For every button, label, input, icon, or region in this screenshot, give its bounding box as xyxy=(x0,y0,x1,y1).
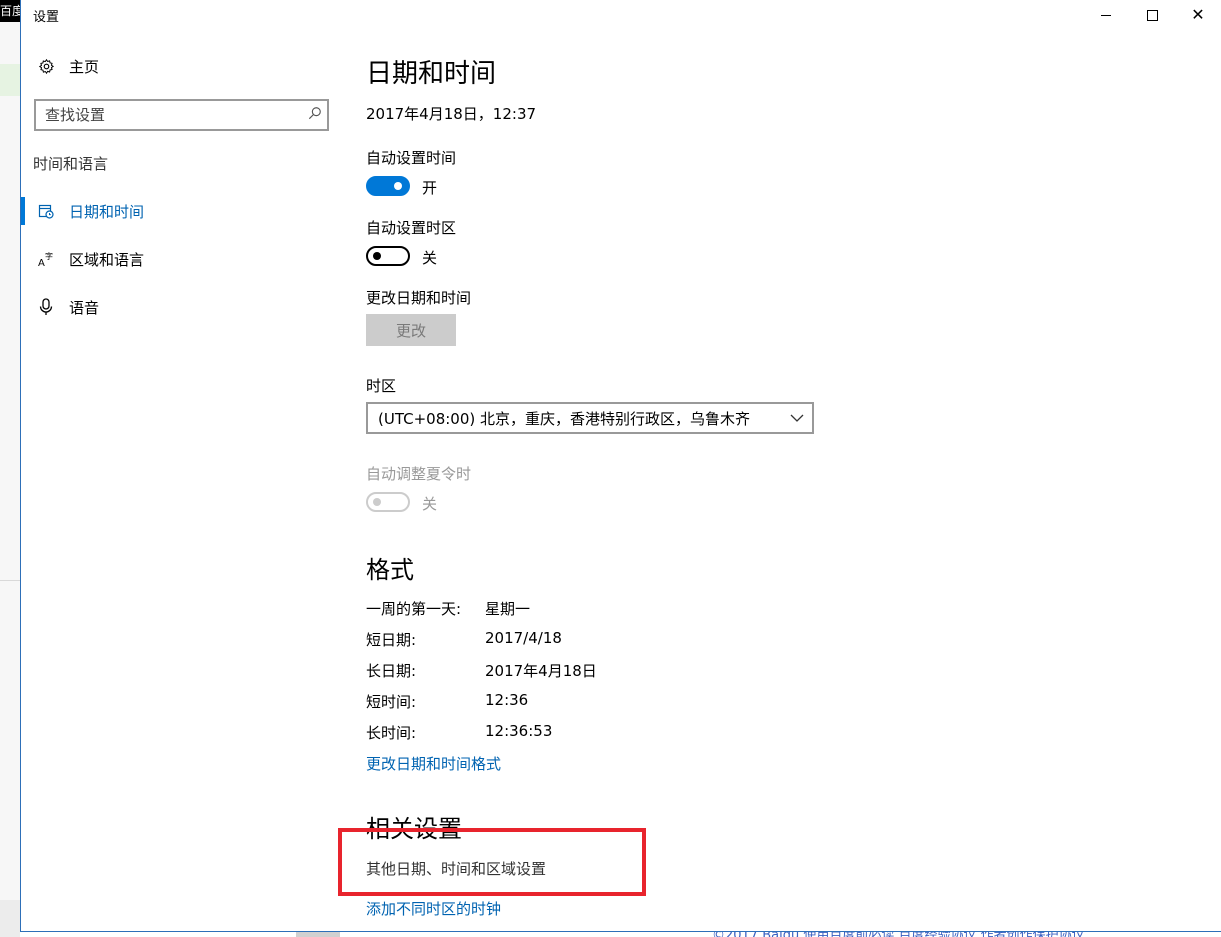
format-label-long-date: 长日期: xyxy=(366,662,417,680)
format-label-long-time: 长时间: xyxy=(366,724,417,742)
toggle-knob xyxy=(394,182,402,190)
format-label-short-time: 短时间: xyxy=(366,693,417,711)
auto-timezone-toggle[interactable] xyxy=(366,246,410,266)
auto-time-toggle[interactable] xyxy=(366,176,410,196)
maximize-button[interactable] xyxy=(1129,0,1175,30)
background-highlight xyxy=(0,64,20,96)
auto-timezone-label: 自动设置时区 xyxy=(366,219,457,237)
format-label-short-date: 短日期: xyxy=(366,631,417,649)
search-box[interactable] xyxy=(34,99,329,131)
sidebar-item-label: 区域和语言 xyxy=(69,250,145,269)
svg-text:A: A xyxy=(38,258,45,267)
dst-state: 关 xyxy=(422,495,438,513)
annotation-highlight-box xyxy=(338,828,646,896)
format-value-short-time: 12:36 xyxy=(485,691,529,709)
window-title: 设置 xyxy=(33,10,60,25)
background-divider xyxy=(0,580,20,581)
close-icon: ✕ xyxy=(1191,5,1205,24)
add-clocks-link[interactable]: 添加不同时区的时钟 xyxy=(366,898,501,919)
active-indicator xyxy=(21,197,25,225)
background-tab: 百度 xyxy=(0,0,20,22)
sidebar-item-date-time[interactable]: 日期和时间 xyxy=(21,193,331,229)
home-nav-item[interactable]: 主页 xyxy=(36,56,99,77)
change-datetime-label: 更改日期和时间 xyxy=(366,289,472,307)
svg-text:字: 字 xyxy=(45,251,53,261)
format-label-first-day: 一周的第一天: xyxy=(366,600,462,618)
format-value-first-day: 星期一 xyxy=(485,600,531,618)
close-button[interactable]: ✕ xyxy=(1175,0,1221,30)
sidebar-item-region-language[interactable]: A字 区域和语言 xyxy=(21,241,331,277)
toggle-knob xyxy=(373,498,381,506)
search-input[interactable] xyxy=(36,106,303,124)
format-value-short-date: 2017/4/18 xyxy=(485,629,562,647)
gear-icon xyxy=(36,58,56,75)
timezone-select[interactable]: (UTC+08:00) 北京，重庆，香港特别行政区，乌鲁木齐 xyxy=(366,402,814,434)
settings-window: 设置 ✕ 主页 时间和语言 日期和时间 A字 区域和语 xyxy=(20,0,1221,932)
home-label: 主页 xyxy=(69,58,100,76)
maximize-icon xyxy=(1146,9,1158,21)
microphone-icon xyxy=(36,298,56,316)
auto-timezone-state: 关 xyxy=(422,249,438,267)
sidebar-item-label: 日期和时间 xyxy=(69,202,145,221)
format-value-long-time: 12:36:53 xyxy=(485,722,553,740)
dst-label: 自动调整夏令时 xyxy=(366,465,472,483)
minimize-icon xyxy=(1101,14,1111,16)
calendar-clock-icon xyxy=(36,203,56,219)
background-panel xyxy=(0,900,20,937)
search-icon[interactable] xyxy=(303,106,327,124)
timezone-label: 时区 xyxy=(366,377,397,395)
auto-time-state: 开 xyxy=(422,179,438,197)
background-window xyxy=(0,0,20,937)
minimize-button[interactable] xyxy=(1083,0,1129,30)
sidebar-item-speech[interactable]: 语音 xyxy=(21,289,331,325)
format-value-long-date: 2017年4月18日 xyxy=(485,662,597,680)
sidebar-item-label: 语音 xyxy=(69,298,100,317)
dst-toggle[interactable] xyxy=(366,492,410,512)
page-title: 日期和时间 xyxy=(366,59,497,89)
change-format-link[interactable]: 更改日期和时间格式 xyxy=(366,753,501,774)
section-label: 时间和语言 xyxy=(33,155,109,173)
format-section-title: 格式 xyxy=(366,556,414,584)
toggle-knob xyxy=(373,252,381,260)
chevron-down-icon xyxy=(790,410,804,426)
language-icon: A字 xyxy=(36,251,56,267)
change-button[interactable]: 更改 xyxy=(366,314,456,346)
auto-time-label: 自动设置时间 xyxy=(366,149,457,167)
title-bar: 设置 ✕ xyxy=(21,0,1221,30)
timezone-value: (UTC+08:00) 北京，重庆，香港特别行政区，乌鲁木齐 xyxy=(378,409,751,428)
current-datetime: 2017年4月18日，12:37 xyxy=(366,105,537,123)
